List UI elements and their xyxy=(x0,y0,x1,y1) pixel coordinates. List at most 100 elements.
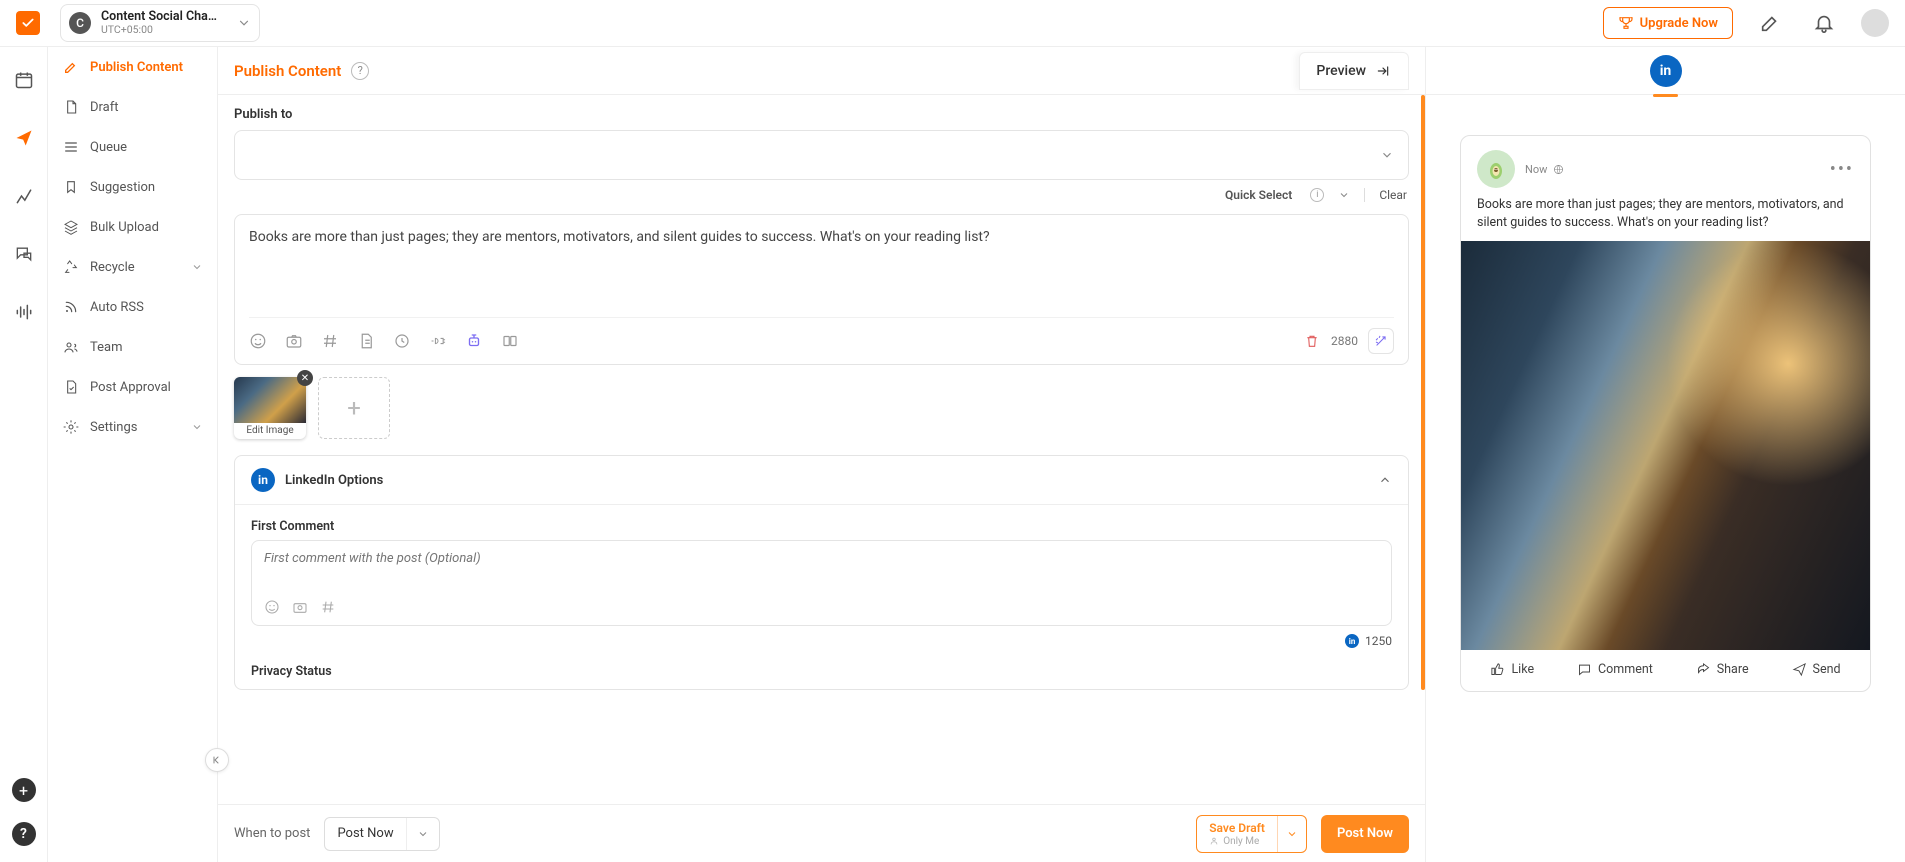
compose-icon[interactable] xyxy=(1753,6,1787,40)
magic-wand-button[interactable] xyxy=(1368,328,1394,354)
ai-robot-icon[interactable] xyxy=(465,332,483,350)
sidebar-item-suggestion[interactable]: Suggestion xyxy=(48,167,217,207)
sidebar-item-auto-rss[interactable]: Auto RSS xyxy=(48,287,217,327)
comment-action[interactable]: Comment xyxy=(1577,662,1653,677)
rail-conversations-icon[interactable] xyxy=(12,237,36,271)
sidebar-item-label: Draft xyxy=(90,100,119,115)
linkedin-options: in LinkedIn Options First Comment xyxy=(234,455,1409,690)
hashtag-icon[interactable] xyxy=(321,332,339,350)
only-me-label: Only Me xyxy=(1209,836,1265,848)
chevron-down-icon xyxy=(191,261,203,273)
post-now-button[interactable]: Post Now xyxy=(1321,815,1409,853)
add-media-button[interactable]: + xyxy=(318,377,390,439)
preview-tab-label: Preview xyxy=(1316,63,1366,79)
remove-media-button[interactable]: ✕ xyxy=(297,370,313,386)
save-draft-button[interactable]: Save Draft Only Me xyxy=(1196,815,1307,853)
send-action[interactable]: Send xyxy=(1792,662,1841,677)
linkedin-options-header[interactable]: in LinkedIn Options xyxy=(235,456,1408,505)
media-image xyxy=(234,377,306,423)
linkedin-char-count: 1250 xyxy=(1365,634,1392,648)
linkedin-icon: in xyxy=(251,468,275,492)
sidebar-item-recycle[interactable]: Recycle xyxy=(48,247,217,287)
workspace-initial: C xyxy=(69,12,91,34)
rail-analytics-icon[interactable] xyxy=(12,179,36,213)
chevron-down-icon xyxy=(237,16,251,30)
sidebar-item-label: Queue xyxy=(90,140,127,155)
bell-icon[interactable] xyxy=(1807,6,1841,40)
chevron-up-icon xyxy=(1378,473,1392,487)
document-icon[interactable] xyxy=(357,332,375,350)
sidebar-item-bulk-upload[interactable]: Bulk Upload xyxy=(48,207,217,247)
clear-button[interactable]: Clear xyxy=(1379,188,1407,202)
rail-help-button[interactable]: ? xyxy=(12,822,36,846)
approval-icon xyxy=(62,379,80,395)
help-icon[interactable]: ? xyxy=(351,62,369,80)
upgrade-button[interactable]: Upgrade Now xyxy=(1603,7,1733,39)
rail-calendar-icon[interactable] xyxy=(12,63,36,97)
recycle-icon xyxy=(62,259,80,275)
workspace-tz: UTC+05:00 xyxy=(101,24,217,36)
composer-textarea[interactable]: Books are more than just pages; they are… xyxy=(249,229,1394,311)
media-thumbnail[interactable]: Edit Image ✕ xyxy=(234,377,306,439)
rail-publish-icon[interactable] xyxy=(12,121,36,155)
linkedin-preview-tab[interactable]: in xyxy=(1650,55,1682,87)
user-avatar[interactable] xyxy=(1861,9,1889,37)
publish-to-select[interactable] xyxy=(234,130,1409,180)
clock-icon[interactable] xyxy=(393,332,411,350)
sidebar-item-label: Suggestion xyxy=(90,180,155,195)
sidebar-item-publish-content[interactable]: Publish Content xyxy=(48,47,217,87)
linkedin-options-label: LinkedIn Options xyxy=(285,473,383,488)
quick-select-label[interactable]: Quick Select xyxy=(1225,188,1292,202)
sidebar-item-label: Auto RSS xyxy=(90,300,144,315)
page-title: Publish Content xyxy=(234,62,341,80)
sidebar-item-settings[interactable]: Settings xyxy=(48,407,217,447)
when-to-post-label: When to post xyxy=(234,826,310,841)
gear-icon xyxy=(62,419,80,435)
emoji-icon[interactable] xyxy=(249,332,267,350)
team-icon xyxy=(62,339,80,355)
chevron-down-icon[interactable] xyxy=(1338,189,1350,201)
when-to-post-value: Post Now xyxy=(325,826,405,841)
topbar: C Content Social Cha… UTC+05:00 Upgrade … xyxy=(0,0,1905,47)
rail-add-button[interactable]: + xyxy=(12,778,36,802)
plug-icon[interactable] xyxy=(429,332,447,350)
preview-tab[interactable]: Preview xyxy=(1299,52,1409,90)
workspace-name: Content Social Cha… xyxy=(101,10,217,24)
upgrade-label: Upgrade Now xyxy=(1640,16,1718,31)
trash-icon[interactable] xyxy=(1303,332,1321,350)
preview-panel: in Now ••• Books are more than just page… xyxy=(1425,47,1905,862)
share-action[interactable]: Share xyxy=(1696,662,1749,677)
first-comment-box xyxy=(251,540,1392,626)
sidebar-item-team[interactable]: Team xyxy=(48,327,217,367)
first-comment-input[interactable] xyxy=(264,551,1379,566)
sidebar-item-label: Publish Content xyxy=(90,60,183,75)
chevron-down-icon[interactable] xyxy=(1278,828,1306,840)
layers-icon xyxy=(62,219,80,235)
preview-time: Now xyxy=(1525,163,1547,176)
info-icon[interactable]: i xyxy=(1310,188,1324,202)
when-to-post-select[interactable]: Post Now xyxy=(324,817,439,851)
carousel-icon[interactable] xyxy=(501,332,519,350)
camera-icon[interactable] xyxy=(285,332,303,350)
chevron-down-icon xyxy=(1380,148,1394,162)
sidebar-item-post-approval[interactable]: Post Approval xyxy=(48,367,217,407)
char-count: 2880 xyxy=(1331,334,1358,348)
camera-icon[interactable] xyxy=(292,599,308,615)
rail-audio-icon[interactable] xyxy=(12,295,36,329)
workspace-selector[interactable]: C Content Social Cha… UTC+05:00 xyxy=(60,4,260,42)
more-icon[interactable]: ••• xyxy=(1830,159,1854,180)
hashtag-icon[interactable] xyxy=(320,599,336,615)
document-icon xyxy=(62,99,80,115)
composer-box: Books are more than just pages; they are… xyxy=(234,214,1409,365)
person-icon xyxy=(1209,836,1219,846)
like-action[interactable]: Like xyxy=(1490,662,1534,677)
emoji-icon[interactable] xyxy=(264,599,280,615)
send-label: Send xyxy=(1813,662,1841,677)
sidebar-item-label: Recycle xyxy=(90,260,135,275)
app-logo[interactable] xyxy=(16,11,40,35)
sidebar-item-draft[interactable]: Draft xyxy=(48,87,217,127)
sidebar-item-queue[interactable]: Queue xyxy=(48,127,217,167)
bookmark-icon xyxy=(62,179,80,195)
scroll-indicator[interactable] xyxy=(1421,95,1425,690)
queue-icon xyxy=(62,139,80,155)
